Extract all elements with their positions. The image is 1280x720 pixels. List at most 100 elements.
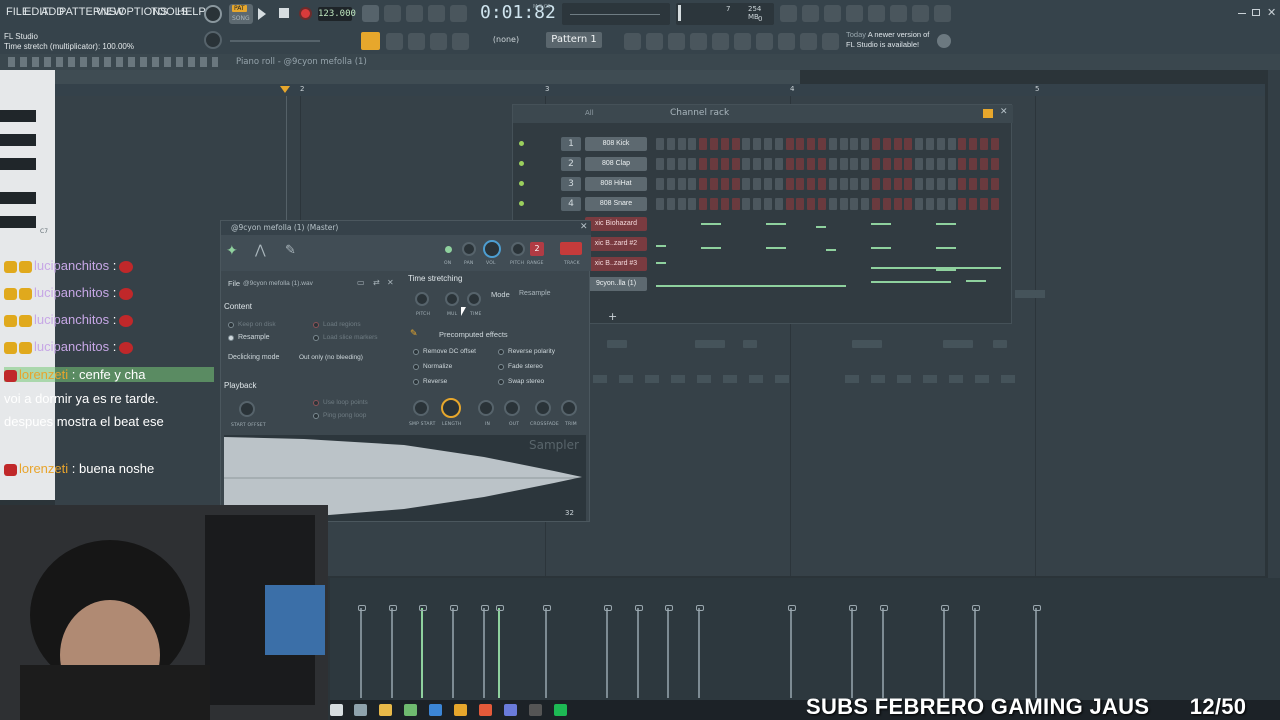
note-block[interactable] [943,340,973,348]
channel-name-button[interactable]: 808 Kick [585,137,647,151]
step-button[interactable] [850,178,859,190]
step-button[interactable] [990,138,999,150]
download-icon[interactable] [890,5,907,22]
step-button[interactable] [710,178,718,190]
velocity-lane[interactable] [330,578,1280,708]
channel-name-button[interactable]: xic B..zard #2 [585,237,647,251]
step-button[interactable] [688,158,697,170]
step-button[interactable] [969,178,978,190]
step-button[interactable] [666,138,675,150]
channel-on-led[interactable] [445,246,452,253]
piano-roll-icon[interactable] [646,33,663,50]
resample-radio[interactable] [228,335,234,341]
reverse-polarity-radio[interactable] [498,349,504,355]
volume-knob[interactable] [483,240,501,258]
step-button[interactable] [656,198,664,210]
playhead-marker[interactable] [280,86,290,93]
file-explorer-icon[interactable] [379,704,392,716]
step-button[interactable] [990,158,999,170]
ts-mul-knob[interactable] [445,292,459,306]
remove-icon[interactable]: ✕ [387,278,394,287]
chat-username[interactable]: lorenzeti [19,461,68,476]
step-button[interactable] [893,178,902,190]
step-button[interactable] [742,138,751,150]
step-button[interactable] [850,198,859,210]
menu-help[interactable]: HELP [177,6,206,18]
step-button[interactable] [807,138,816,150]
graph-icon[interactable] [983,109,993,118]
start-offset-knob[interactable] [239,401,255,417]
step-button[interactable] [753,178,762,190]
step-button[interactable] [872,138,880,150]
step-button[interactable] [839,178,848,190]
reverse-radio[interactable] [413,379,419,385]
app-icon[interactable] [404,704,417,716]
channel-mini-roll[interactable] [656,277,1002,295]
step-button[interactable] [774,198,783,210]
stop-icon[interactable] [279,8,289,18]
load-slice-radio[interactable] [313,335,319,341]
channel-name-button[interactable]: 808 Snare [585,197,647,211]
add-channel-button[interactable]: + [608,310,617,323]
step-button[interactable] [818,138,826,150]
step-button[interactable] [828,158,837,170]
step-button[interactable] [915,198,924,210]
step-button[interactable] [947,198,956,210]
step-button[interactable] [753,158,762,170]
step-button[interactable] [969,158,978,170]
step-button[interactable] [958,178,967,190]
channel-name-button[interactable]: 808 Clap [585,157,647,171]
declick-select[interactable]: Out only (no bleeding) [299,354,363,361]
smp-start-knob[interactable] [413,400,429,416]
load-regions-radio[interactable] [313,322,319,328]
step-button[interactable] [915,178,924,190]
step-button[interactable] [796,178,805,190]
step-button[interactable] [677,198,686,210]
step-button[interactable] [828,138,837,150]
step-button[interactable] [688,198,697,210]
step-button[interactable] [699,158,708,170]
channel-name-button[interactable]: 9cyon..lla (1) [585,277,647,291]
refresh-icon[interactable] [780,5,797,22]
step-button[interactable] [699,198,708,210]
step-button[interactable] [990,198,999,210]
use-loop-radio[interactable] [313,400,319,406]
step-button[interactable] [893,138,902,150]
step-edit-icon[interactable] [428,5,445,22]
ts-pitch-knob[interactable] [415,292,429,306]
export-icon[interactable] [934,5,951,22]
step-button[interactable] [839,138,848,150]
note-block[interactable] [695,340,725,348]
record-icon[interactable] [299,7,312,20]
channel-row[interactable]: 2 808 Clap [517,157,1007,173]
step-button[interactable] [731,178,740,190]
step-button[interactable] [980,178,988,190]
channel-mixer-number[interactable]: 2 [561,157,581,171]
chat-username[interactable]: lucipanchitos [34,285,109,300]
step-button[interactable] [926,198,934,210]
step-button[interactable] [688,138,697,150]
in-knob[interactable] [478,400,494,416]
step-button[interactable] [893,198,902,210]
pat-song-toggle[interactable]: PAT SONG [229,4,253,24]
sampler-titlebar[interactable]: @9cyon mefolla (1) (Master) [221,221,591,235]
step-button[interactable] [861,198,870,210]
note-block[interactable] [1015,290,1045,298]
channel-row[interactable]: 9cyon..lla (1) [517,277,1007,293]
swap-stereo-radio[interactable] [498,379,504,385]
step-button[interactable] [742,178,751,190]
time-ruler[interactable]: 2 3 4 5 [55,84,1265,96]
step-button[interactable] [796,198,805,210]
step-button[interactable] [936,198,945,210]
step-button[interactable] [936,138,945,150]
step-button[interactable] [731,158,740,170]
step-button[interactable] [969,138,978,150]
fade-stereo-radio[interactable] [498,364,504,370]
browser-icon[interactable] [668,33,685,50]
step-button[interactable] [980,138,988,150]
range-value[interactable]: 2 [530,242,544,256]
store-icon[interactable] [429,704,442,716]
close-icon[interactable]: ✕ [1267,6,1276,19]
step-button[interactable] [710,198,718,210]
trim-knob[interactable] [561,400,577,416]
